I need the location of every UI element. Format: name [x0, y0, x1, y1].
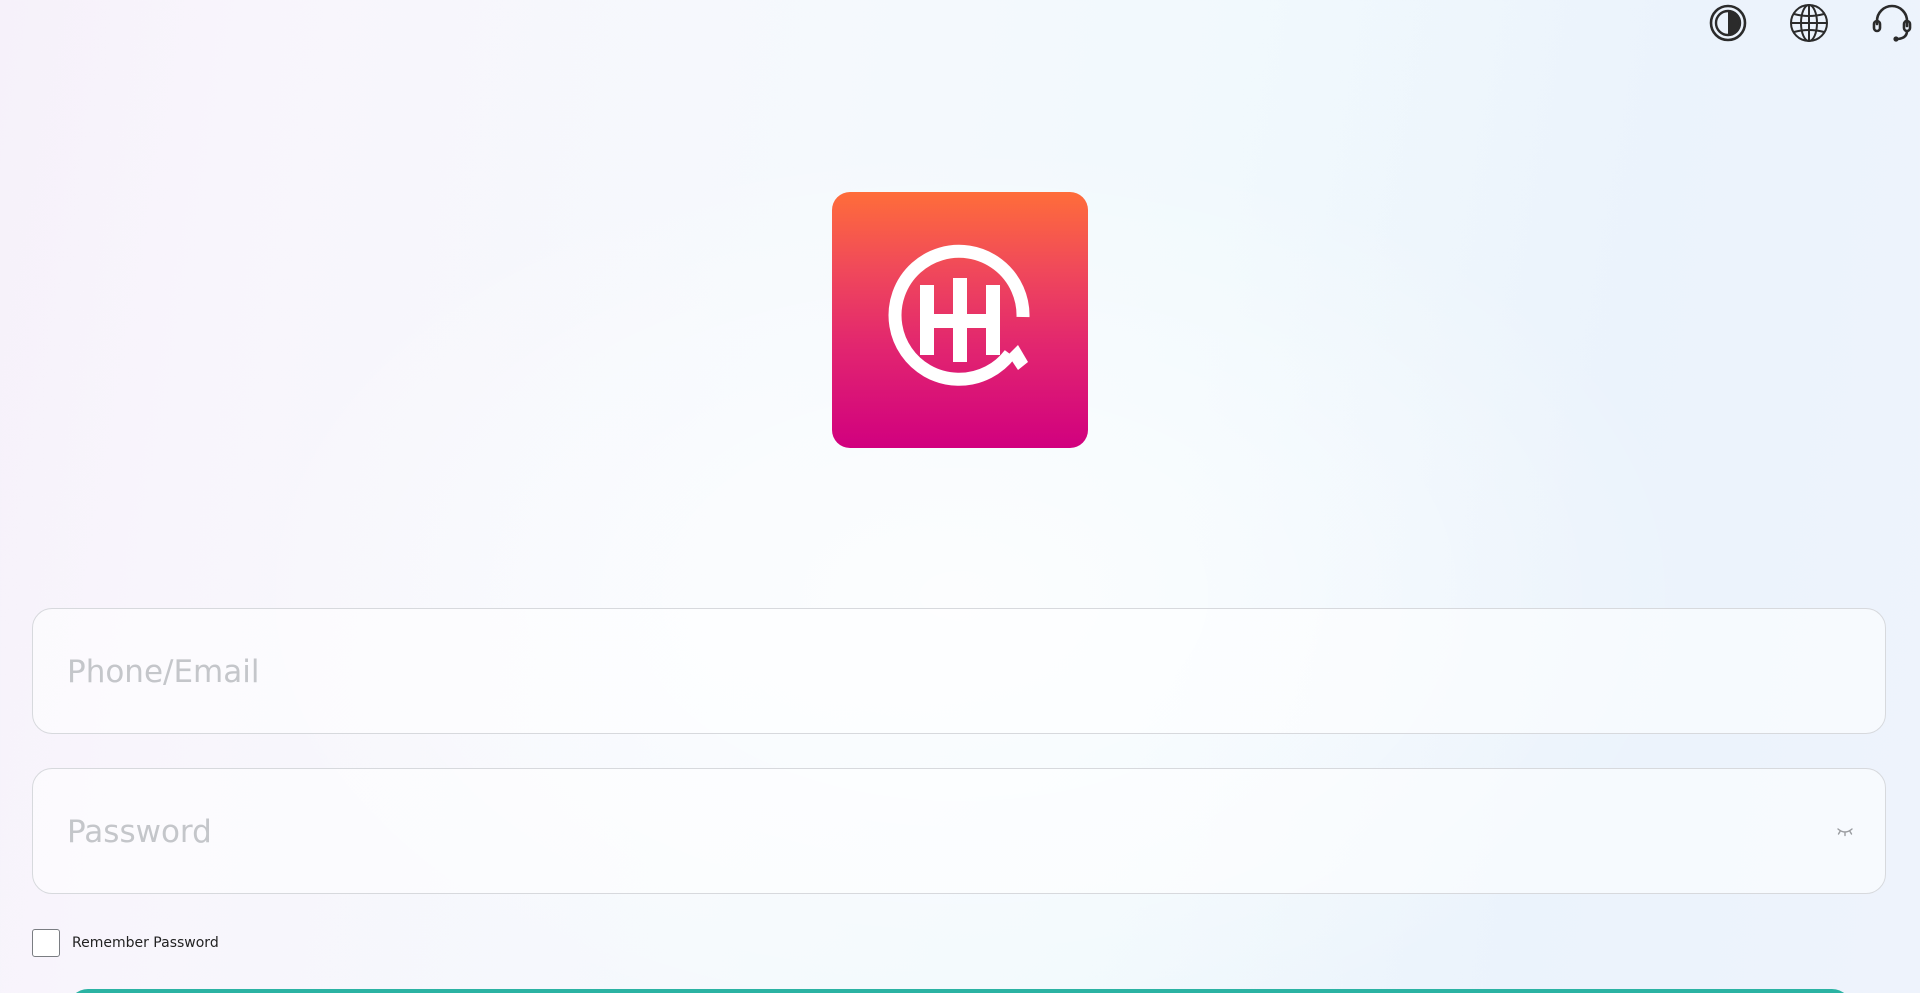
remember-password-label: Remember Password	[72, 935, 219, 951]
eye-closed-icon[interactable]	[1835, 821, 1855, 841]
remember-password-checkbox[interactable]	[32, 929, 60, 957]
remember-password: Remember Password	[32, 927, 219, 959]
phone-email-field	[32, 608, 1886, 735]
contrast-icon[interactable]	[1707, 2, 1749, 44]
password-field	[32, 768, 1886, 895]
login-button[interactable]	[68, 989, 1852, 993]
globe-icon[interactable]	[1788, 2, 1830, 44]
password-input[interactable]	[65, 769, 1829, 895]
app-logo	[832, 192, 1088, 448]
headset-icon[interactable]	[1871, 2, 1913, 44]
phone-email-input[interactable]	[65, 609, 1829, 735]
top-toolbar	[1690, 0, 1920, 46]
